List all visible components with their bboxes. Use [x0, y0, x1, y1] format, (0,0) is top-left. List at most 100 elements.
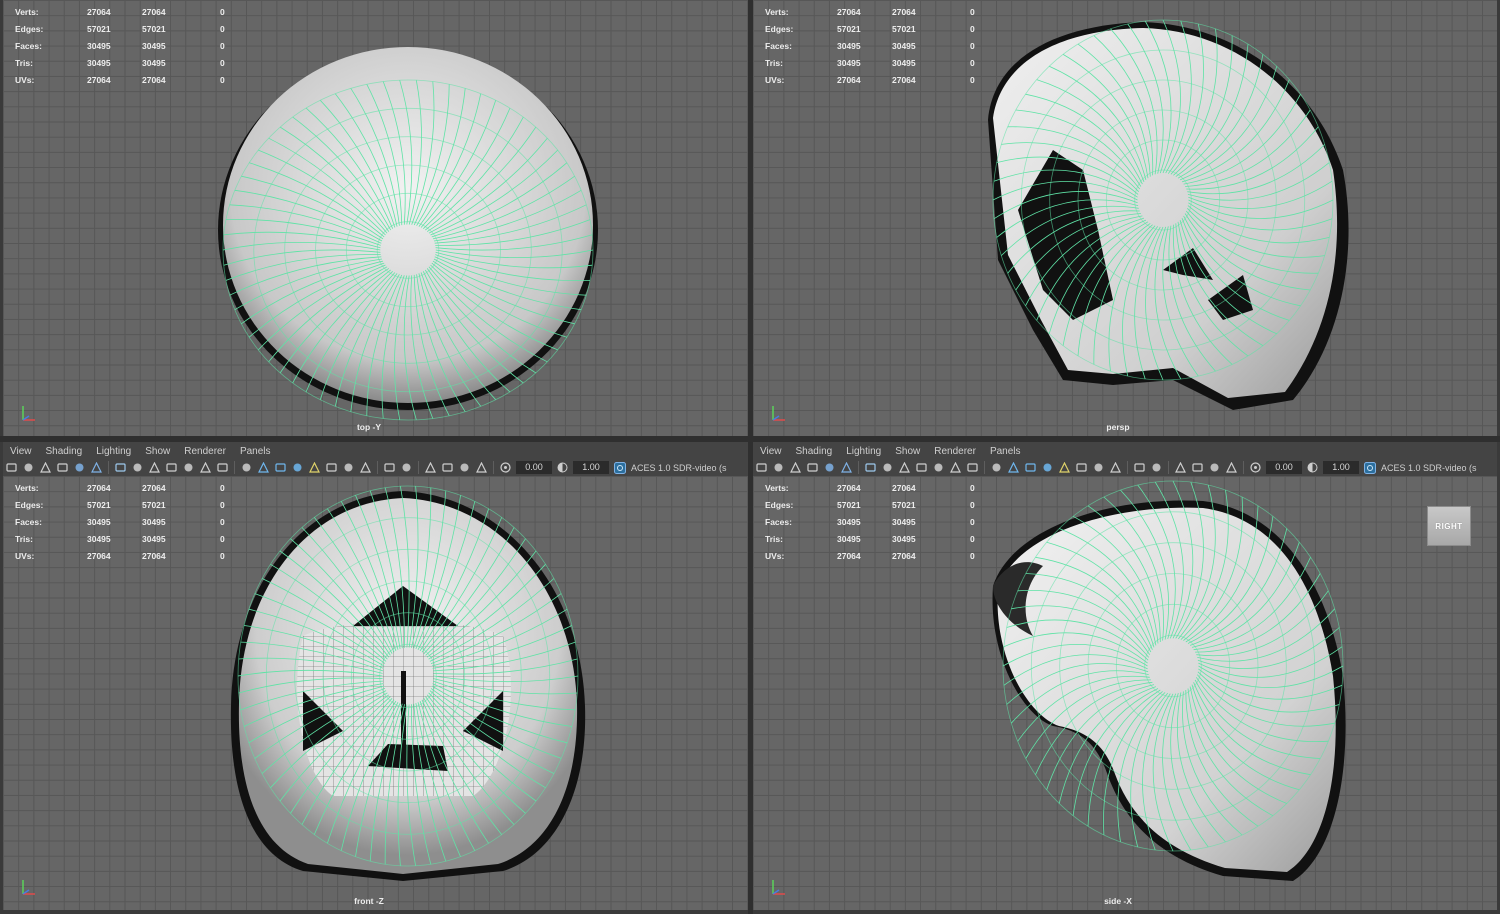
- gamma-field[interactable]: 1.00: [573, 461, 609, 474]
- xray-icon[interactable]: [442, 462, 454, 474]
- smooth-shade-icon[interactable]: [258, 462, 270, 474]
- color-management-label[interactable]: ACES 1.0 SDR-video (s: [631, 463, 727, 473]
- textured-icon[interactable]: [1042, 462, 1054, 474]
- toolbar-separator: [984, 461, 985, 474]
- toolbar-separator: [418, 461, 419, 474]
- isolate-select-icon[interactable]: [1175, 462, 1187, 474]
- color-management-icon[interactable]: [613, 461, 626, 474]
- exposure-icon[interactable]: [500, 462, 512, 474]
- camera-attr-icon[interactable]: [40, 462, 52, 474]
- smooth-shade-icon[interactable]: [1008, 462, 1020, 474]
- grid-toggle-icon[interactable]: [865, 462, 877, 474]
- viewport-top[interactable]: Verts: 27064 27064 0 Edges: 57021 57021 0 Face…: [3, 0, 748, 436]
- image-plane-icon[interactable]: [74, 462, 86, 474]
- panel-menubar: View Shading Lighting Show Renderer Pane…: [753, 442, 1497, 460]
- lights-icon[interactable]: [309, 462, 321, 474]
- bookmark-icon[interactable]: [807, 462, 819, 474]
- axis-gizmo: [772, 880, 785, 895]
- viewport-side[interactable]: Verts: 27064 27064 0 Edges: 57021 57021 0 Face…: [753, 476, 1497, 910]
- camera-icon[interactable]: [756, 462, 768, 474]
- ambient-occlusion-icon[interactable]: [1093, 462, 1105, 474]
- safe-action-icon[interactable]: [200, 462, 212, 474]
- gamma-icon[interactable]: [1307, 462, 1319, 474]
- toolbar-separator: [1243, 461, 1244, 474]
- image-plane-icon[interactable]: [824, 462, 836, 474]
- axis-gizmo: [22, 880, 35, 895]
- hair-mesh-top-view[interactable]: [3, 0, 748, 436]
- textured-icon[interactable]: [292, 462, 304, 474]
- hair-mesh-persp-view[interactable]: [753, 0, 1497, 436]
- color-management-icon[interactable]: [1363, 461, 1376, 474]
- grease-pencil-icon[interactable]: [841, 462, 853, 474]
- toolbar-separator: [493, 461, 494, 474]
- xray-joints-icon[interactable]: [459, 462, 471, 474]
- resolution-gate-icon[interactable]: [899, 462, 911, 474]
- camera-lock-icon[interactable]: [773, 462, 785, 474]
- xray-active-icon[interactable]: [1226, 462, 1238, 474]
- lights-icon[interactable]: [1059, 462, 1071, 474]
- toolbar-separator: [108, 461, 109, 474]
- menu-renderer[interactable]: Renderer: [177, 446, 233, 457]
- camera-icon[interactable]: [6, 462, 18, 474]
- exposure-field[interactable]: 0.00: [1266, 461, 1302, 474]
- wireframe-icon[interactable]: [991, 462, 1003, 474]
- gate-mask-icon[interactable]: [916, 462, 928, 474]
- gamma-field[interactable]: 1.00: [1323, 461, 1359, 474]
- field-chart-icon[interactable]: [183, 462, 195, 474]
- menu-lighting[interactable]: Lighting: [89, 446, 138, 457]
- isolate-select-icon[interactable]: [425, 462, 437, 474]
- viewport-front[interactable]: Verts: 27064 27064 0 Edges: 57021 57021 0 Face…: [3, 476, 748, 910]
- toolbar-separator: [234, 461, 235, 474]
- menu-show[interactable]: Show: [888, 446, 927, 457]
- camera-lock-icon[interactable]: [23, 462, 35, 474]
- anti-alias-icon[interactable]: [384, 462, 396, 474]
- hair-mesh-side-view[interactable]: [753, 476, 1497, 910]
- menu-shading[interactable]: Shading: [789, 446, 840, 457]
- safe-action-icon[interactable]: [950, 462, 962, 474]
- gamma-icon[interactable]: [557, 462, 569, 474]
- toolbar-separator: [1168, 461, 1169, 474]
- ambient-occlusion-icon[interactable]: [343, 462, 355, 474]
- camera-attr-icon[interactable]: [790, 462, 802, 474]
- depth-of-field-icon[interactable]: [401, 462, 413, 474]
- grease-pencil-icon[interactable]: [91, 462, 103, 474]
- film-gate-icon[interactable]: [882, 462, 894, 474]
- film-gate-icon[interactable]: [132, 462, 144, 474]
- viewport-persp[interactable]: Verts: 27064 27064 0 Edges: 57021 57021 0 Face…: [753, 0, 1497, 436]
- menu-lighting[interactable]: Lighting: [839, 446, 888, 457]
- grid-toggle-icon[interactable]: [115, 462, 127, 474]
- depth-of-field-icon[interactable]: [1151, 462, 1163, 474]
- default-material-icon[interactable]: [275, 462, 287, 474]
- xray-joints-icon[interactable]: [1209, 462, 1221, 474]
- anti-alias-icon[interactable]: [1134, 462, 1146, 474]
- shadows-icon[interactable]: [1076, 462, 1088, 474]
- menu-panels[interactable]: Panels: [233, 446, 278, 457]
- motion-blur-icon[interactable]: [360, 462, 372, 474]
- shadows-icon[interactable]: [326, 462, 338, 474]
- safe-title-icon[interactable]: [217, 462, 229, 474]
- panel-toolbar: 0.00 1.00 ACES 1.0 SDR-video (s: [3, 459, 748, 476]
- hair-mesh-front-view[interactable]: [3, 476, 748, 910]
- xray-icon[interactable]: [1192, 462, 1204, 474]
- exposure-field[interactable]: 0.00: [516, 461, 552, 474]
- menu-view[interactable]: View: [3, 446, 39, 457]
- menu-shading[interactable]: Shading: [39, 446, 90, 457]
- motion-blur-icon[interactable]: [1110, 462, 1122, 474]
- menu-view[interactable]: View: [753, 446, 789, 457]
- panel-menubar: View Shading Lighting Show Renderer Pane…: [3, 442, 748, 460]
- resolution-gate-icon[interactable]: [149, 462, 161, 474]
- menu-panels[interactable]: Panels: [983, 446, 1028, 457]
- default-material-icon[interactable]: [1025, 462, 1037, 474]
- field-chart-icon[interactable]: [933, 462, 945, 474]
- color-management-label[interactable]: ACES 1.0 SDR-video (s: [1381, 463, 1477, 473]
- xray-active-icon[interactable]: [476, 462, 488, 474]
- bookmark-icon[interactable]: [57, 462, 69, 474]
- menu-renderer[interactable]: Renderer: [927, 446, 983, 457]
- safe-title-icon[interactable]: [967, 462, 979, 474]
- menu-show[interactable]: Show: [138, 446, 177, 457]
- gate-mask-icon[interactable]: [166, 462, 178, 474]
- camera-label: side -X: [1104, 896, 1132, 906]
- exposure-icon[interactable]: [1250, 462, 1262, 474]
- wireframe-icon[interactable]: [241, 462, 253, 474]
- camera-label: persp: [1106, 422, 1130, 432]
